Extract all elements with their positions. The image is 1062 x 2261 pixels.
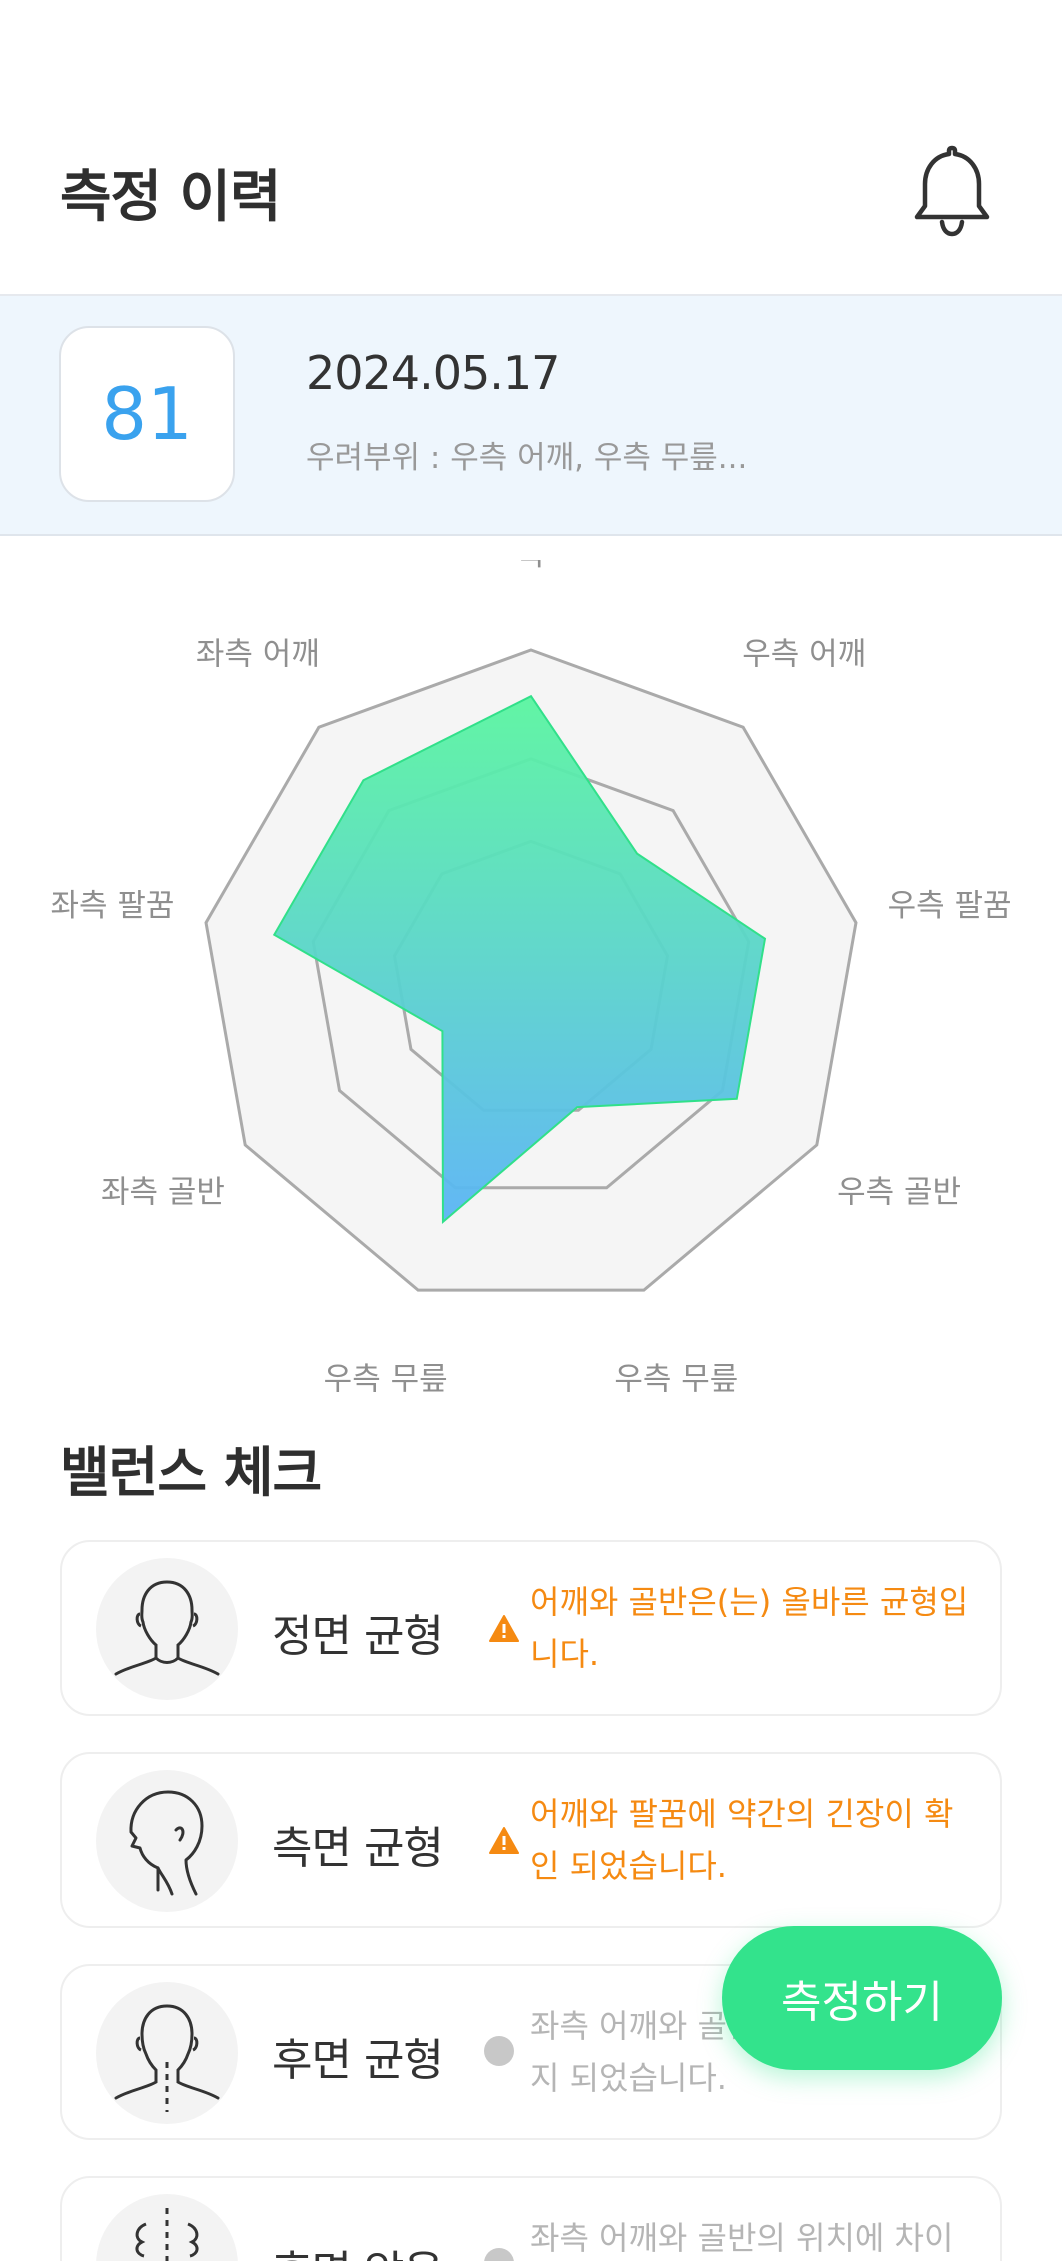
radar-axis-label: 우측 팔꿈 [888,888,1012,924]
bottom-overlay [0,2224,1062,2261]
record-date: 2024.05.17 [306,346,560,400]
radar-axis-label: 좌측 팔꿈 [50,888,174,924]
balance-card-title: 후면 균형 [272,2035,444,2086]
balance-card-front[interactable]: 정면 균형 어깨와 골반은(는) 올바른 균형입니다. [60,1540,1002,1716]
balance-card-title: 측면 균형 [272,1823,444,1874]
app-header: 측정 이력 [0,0,1062,296]
score-value: 81 [101,372,193,456]
balance-radar-chart: 목우측 어깨우측 팔꿈우측 골반우측 무릎 우측 무릎 좌측 골반 좌측 팔꿈 좌측 어… [50,560,1012,1397]
balance-section-title: 밸런스 체크 [60,1441,322,1504]
record-concern: 우려부위 : 우측 어깨, 우측 무릎... [306,440,748,476]
balance-card-desc: 어깨와 골반은(는) 올바른 균형입니다. [530,1583,969,1673]
radar-axis-label: 우측 무릎 [324,1361,448,1397]
bell-icon[interactable] [912,142,992,238]
radar-axis-label: 목 [517,560,546,573]
radar-axis-label: 좌측 어깨 [196,636,320,672]
side-head-icon [96,1770,238,1912]
page-title: 측정 이력 [60,165,282,230]
balance-card-side[interactable]: 측면 균형 어깨와 팔꿈에 약간의 긴장이 확인 되었습니다. [60,1752,1002,1928]
radar-axis-label: 우측 무릎 [614,1361,738,1397]
warning-icon [489,1615,519,1642]
front-head-icon [96,1558,238,1700]
radar-axis-label: 좌측 골반 [101,1175,225,1211]
warning-icon [489,1827,519,1854]
radar-axis-label: 우측 골반 [837,1175,961,1211]
back-head-icon [96,1982,238,2124]
score-box: 81 [59,326,235,502]
balance-card-title: 정면 균형 [272,1611,444,1662]
balance-card-desc: 어깨와 팔꿈에 약간의 긴장이 확인 되었습니다. [530,1795,954,1885]
radar-axis-label: 우측 어깨 [742,636,866,672]
latest-record-card[interactable]: 81 2024.05.17 우려부위 : 우측 어깨, 우측 무릎... [0,296,1062,536]
status-dot [484,2036,514,2066]
measure-button[interactable]: 측정하기 [722,1926,1002,2070]
